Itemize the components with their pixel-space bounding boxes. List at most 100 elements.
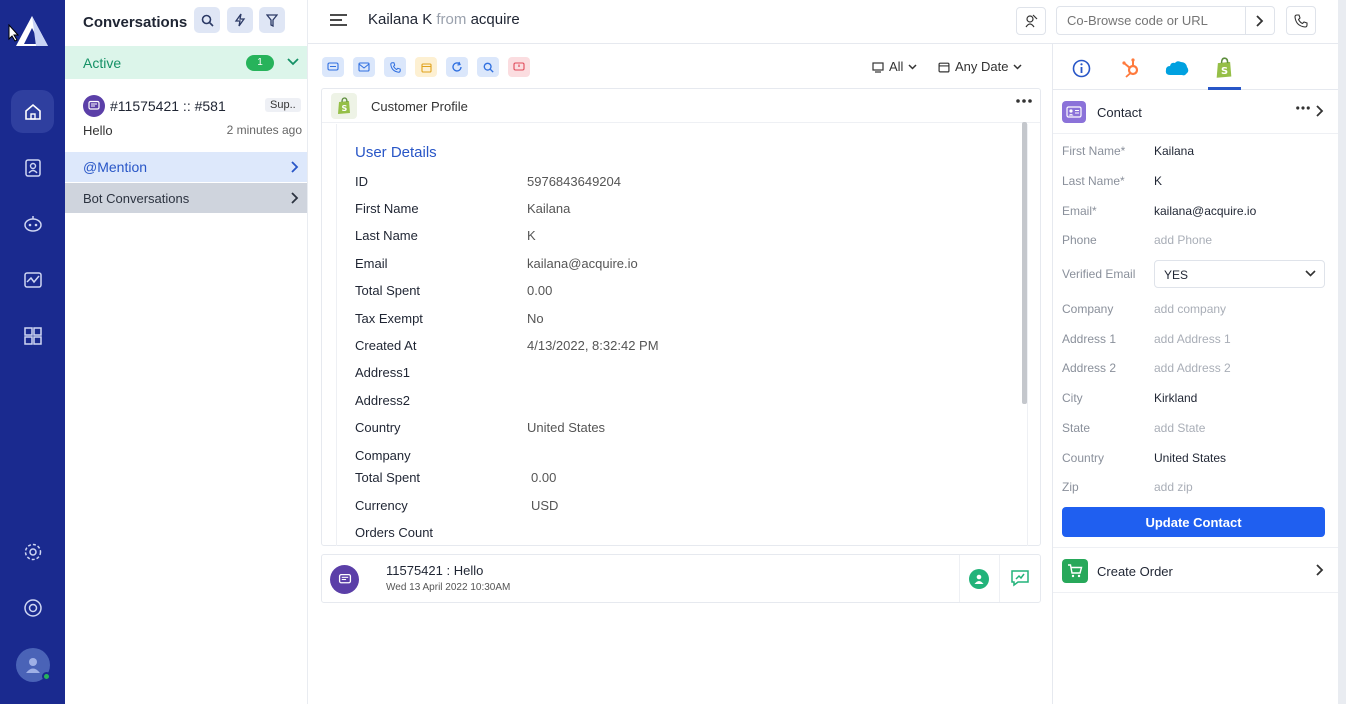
cobrowse-go-button[interactable] <box>1246 6 1275 35</box>
chevron-right-icon <box>1316 564 1324 576</box>
detail-key: Tax Exempt <box>355 311 423 326</box>
nav-rail <box>0 0 65 704</box>
chevron-right-icon <box>291 192 299 204</box>
detail-key: First Name <box>355 201 419 216</box>
active-label: Active <box>83 54 122 71</box>
info-icon[interactable] <box>1069 56 1093 80</box>
field-value[interactable]: K <box>1154 174 1162 188</box>
contact-title: Contact <box>1097 105 1142 120</box>
field-placeholder[interactable]: add Address 1 <box>1154 332 1231 346</box>
calendar-icon <box>938 62 950 73</box>
bolt-icon[interactable] <box>227 7 253 33</box>
settings-icon[interactable] <box>11 530 54 573</box>
active-filter-row[interactable]: Active 1 <box>65 46 307 79</box>
date-filter-dropdown[interactable]: Any Date <box>938 59 1023 74</box>
contacts-icon[interactable] <box>11 146 54 189</box>
verified-email-select[interactable]: YES <box>1154 260 1325 288</box>
svg-text:S: S <box>342 104 348 113</box>
update-contact-button[interactable]: Update Contact <box>1062 507 1325 537</box>
more-options-icon[interactable] <box>1016 99 1032 103</box>
email-icon[interactable] <box>353 57 375 77</box>
search-icon[interactable] <box>194 7 220 33</box>
analytics-icon[interactable] <box>11 258 54 301</box>
field-label: First Name* <box>1062 144 1126 158</box>
conversation-header: Kailana K from acquire <box>308 0 1338 44</box>
chevron-down-icon <box>908 63 917 70</box>
profile-scrollbar[interactable] <box>1022 122 1027 404</box>
chat-activity-icon[interactable] <box>1010 569 1030 587</box>
conversation-title: #11575421 :: #581 <box>110 98 226 114</box>
detail-value: K <box>527 228 536 243</box>
chat-icon <box>330 565 359 594</box>
create-order-row[interactable]: Create Order <box>1053 547 1339 593</box>
field-placeholder[interactable]: add company <box>1154 302 1226 316</box>
home-icon[interactable] <box>11 90 54 133</box>
field-value[interactable]: Kirkland <box>1154 391 1197 405</box>
phone-call-button[interactable] <box>1286 6 1316 35</box>
active-count-badge: 1 <box>246 55 274 71</box>
cart-icon <box>1062 559 1088 583</box>
field-placeholder[interactable]: add Address 2 <box>1154 361 1231 375</box>
user-avatar[interactable] <box>16 648 51 682</box>
svg-text:S: S <box>1221 66 1228 77</box>
customer-profile-card: S Customer Profile User Details ID 597684… <box>321 88 1041 546</box>
detail-value: Kailana <box>527 201 571 216</box>
conversation-list-item[interactable]: #11575421 :: #581 Sup.. Hello 2 minutes … <box>65 86 307 146</box>
detail-key: Address2 <box>355 393 410 408</box>
contact-card-icon <box>1062 101 1086 123</box>
chevron-down-icon <box>1013 63 1023 70</box>
channel-toolbar <box>322 57 530 77</box>
channel-filter-value: All <box>889 59 904 74</box>
bot-icon[interactable] <box>11 202 54 245</box>
detail-key: ID <box>355 174 368 189</box>
phone-icon[interactable] <box>384 57 406 77</box>
field-value[interactable]: United States <box>1154 451 1226 465</box>
filter-icon[interactable] <box>259 7 285 33</box>
chevron-right-icon[interactable] <box>1316 105 1324 117</box>
field-value[interactable]: kailana@acquire.io <box>1154 204 1256 218</box>
field-placeholder[interactable]: add zip <box>1154 480 1193 494</box>
contact-name: Kailana K <box>368 11 433 28</box>
hamburger-menu-icon[interactable] <box>330 13 347 27</box>
field-label: City <box>1062 391 1083 405</box>
divider <box>959 555 960 602</box>
search-icon[interactable] <box>477 57 499 77</box>
calendar-icon[interactable] <box>415 57 437 77</box>
field-label: Country <box>1062 451 1105 465</box>
shopify-icon: S <box>331 93 357 119</box>
field-value[interactable]: Kailana <box>1154 144 1194 158</box>
customer-profile-header: S Customer Profile <box>322 89 1040 123</box>
detail-value: 5976843649204 <box>527 174 621 189</box>
field-label: Verified Email <box>1062 267 1136 281</box>
online-status-dot <box>42 672 51 681</box>
message-row[interactable]: 11575421 : Hello Wed 13 April 2022 10:30… <box>321 554 1041 603</box>
cobrowse-input[interactable] <box>1056 6 1246 35</box>
field-label: Address 1 <box>1062 332 1117 346</box>
field-placeholder[interactable]: add Phone <box>1154 233 1212 247</box>
user-details-section: User Details ID 5976843649204 First Name K… <box>336 124 1028 546</box>
flag-chat-icon[interactable] <box>508 57 530 77</box>
channel-filter-dropdown[interactable]: All <box>872 59 917 74</box>
detail-value: kailana@acquire.io <box>527 256 638 271</box>
from-word: from <box>436 11 467 28</box>
date-filter-value: Any Date <box>955 59 1009 74</box>
chevron-down-icon[interactable] <box>287 58 299 66</box>
conversation-tag: Sup.. <box>265 98 301 112</box>
field-placeholder[interactable]: add State <box>1154 421 1205 435</box>
support-icon[interactable] <box>11 586 54 629</box>
apps-icon[interactable] <box>11 314 54 357</box>
hubspot-icon[interactable] <box>1119 56 1143 80</box>
mention-row[interactable]: @Mention <box>65 152 307 182</box>
salesforce-icon[interactable] <box>1165 56 1189 80</box>
shopify-icon[interactable]: S <box>1212 56 1236 80</box>
bot-conversations-row[interactable]: Bot Conversations <box>65 183 307 213</box>
field-label: Email* <box>1062 204 1097 218</box>
detail-key: Email <box>355 256 388 271</box>
chat-icon[interactable] <box>322 57 344 77</box>
window-icon <box>872 61 884 73</box>
header-title: Kailana K from acquire <box>368 11 520 28</box>
refresh-icon[interactable] <box>446 57 468 77</box>
assign-agent-icon[interactable] <box>969 569 989 589</box>
more-options-icon[interactable] <box>1296 106 1310 110</box>
cobrowse-icon[interactable] <box>1016 7 1046 35</box>
